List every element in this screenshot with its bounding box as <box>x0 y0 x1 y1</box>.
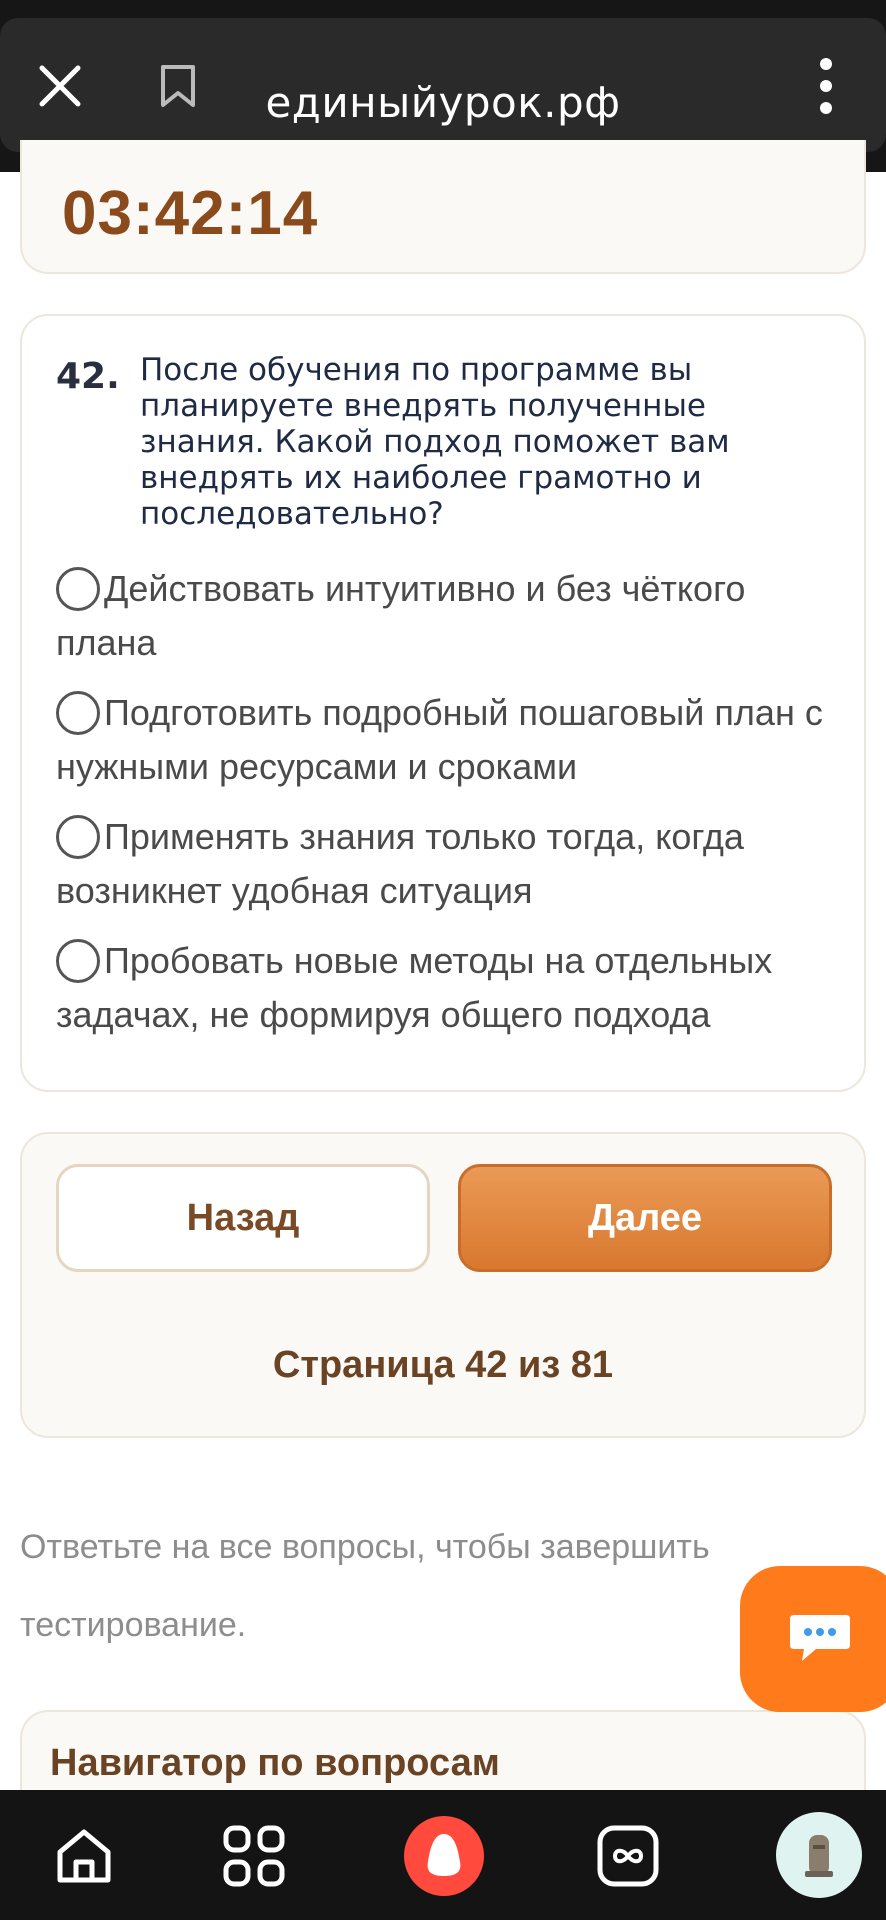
question-number: 42. <box>56 356 120 397</box>
radio-button[interactable] <box>56 815 100 859</box>
profile-avatar[interactable] <box>776 1812 862 1898</box>
next-button[interactable]: Далее <box>458 1164 832 1272</box>
answer-option-label: Подготовить подробный пошаговый план с н… <box>56 692 823 787</box>
back-button[interactable]: Назад <box>56 1164 430 1272</box>
video-button[interactable] <box>578 1806 678 1906</box>
apps-button[interactable] <box>204 1806 304 1906</box>
radio-button[interactable] <box>56 691 100 735</box>
navigation-card: Назад Далее Страница 42 из 81 <box>20 1132 866 1438</box>
address-bar[interactable]: единыйурок.рф <box>0 78 886 127</box>
home-icon <box>57 1829 111 1883</box>
browser-toolbar-inner: единыйурок.рф <box>0 18 886 152</box>
assistant-icon <box>404 1816 484 1896</box>
radio-button[interactable] <box>56 939 100 983</box>
answer-option-label: Действовать интуитивно и без чёткого пла… <box>56 568 746 663</box>
answer-option[interactable]: Пробовать новые методы на отдельных зада… <box>56 934 846 1042</box>
answer-option[interactable]: Действовать интуитивно и без чёткого пла… <box>56 562 846 670</box>
infinity-icon <box>597 1825 659 1887</box>
chat-button[interactable] <box>740 1566 886 1712</box>
navigator-title: Навигатор по вопросам <box>50 1742 500 1784</box>
answer-option[interactable]: Применять знания только тогда, когда воз… <box>56 810 846 918</box>
page-counter: Страница 42 из 81 <box>272 1344 614 1386</box>
radio-button[interactable] <box>56 567 100 611</box>
assistant-button[interactable] <box>394 1806 494 1906</box>
browser-menu-button[interactable] <box>788 48 864 124</box>
answer-option-label: Применять знания только тогда, когда воз… <box>56 816 744 911</box>
avatar-icon <box>805 1835 833 1877</box>
timer-card: 03:42:14 <box>20 140 866 274</box>
chat-bubble-icon <box>790 1615 850 1661</box>
bottom-navigation-bar <box>0 1790 886 1920</box>
more-vertical-icon <box>820 58 832 114</box>
answer-option-label: Пробовать новые методы на отдельных зада… <box>56 940 773 1035</box>
timer: 03:42:14 <box>62 179 319 248</box>
grid-icon <box>223 1825 285 1887</box>
question-card: 42. После обучения по программе вы плани… <box>20 314 866 1092</box>
home-button[interactable] <box>34 1806 134 1906</box>
question-text: После обучения по программе вы планирует… <box>140 352 730 532</box>
completion-hint: Ответьте на все вопросы, чтобы завершить… <box>20 1528 710 1644</box>
answer-option[interactable]: Подготовить подробный пошаговый план с н… <box>56 686 846 794</box>
